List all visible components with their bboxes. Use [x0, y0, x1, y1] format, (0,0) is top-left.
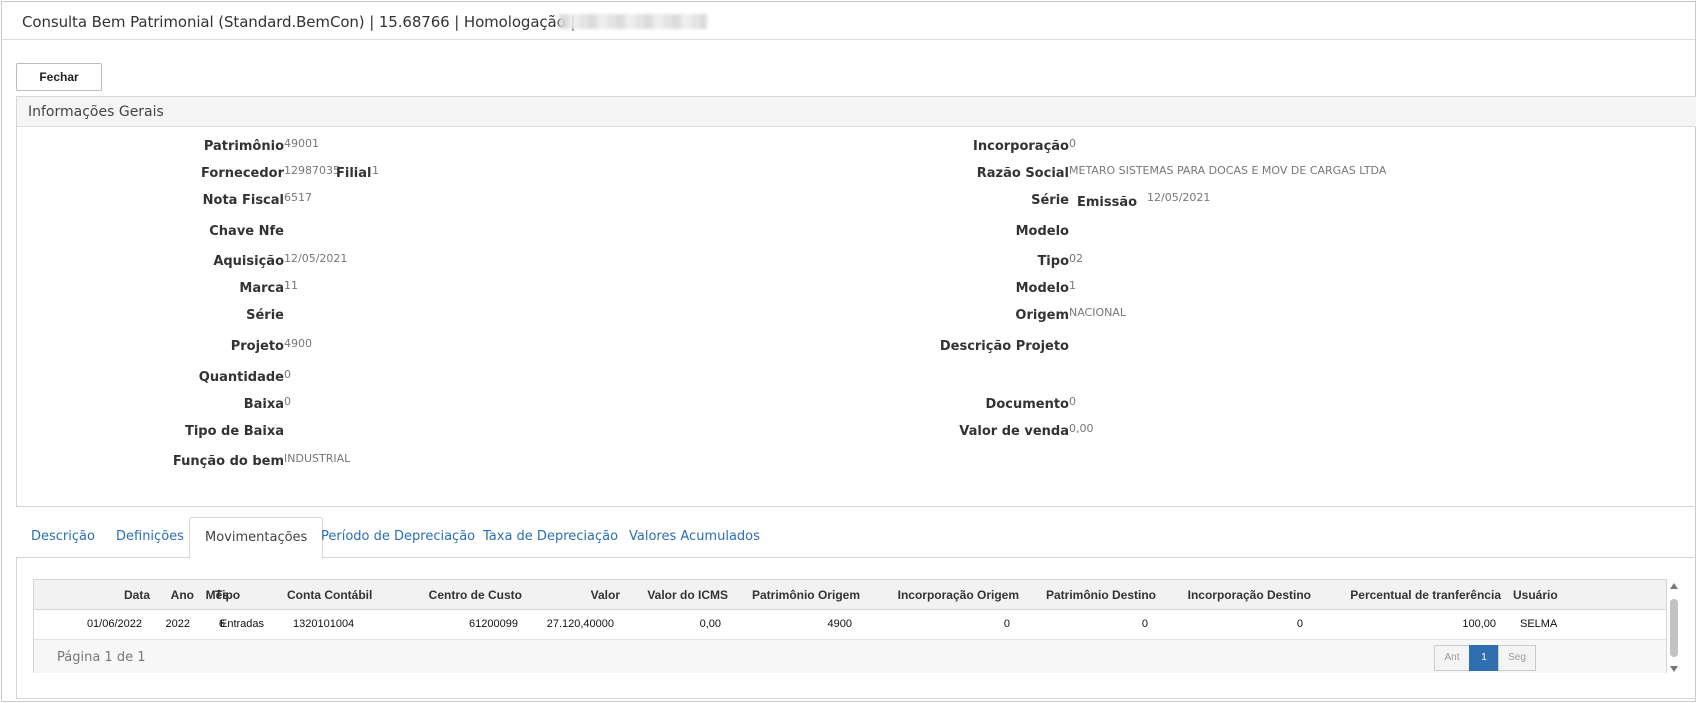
label-modelo-nf: Modelo — [1015, 224, 1069, 239]
label-incorporacao: Incorporação — [973, 139, 1069, 154]
scroll-thumb[interactable] — [1670, 599, 1678, 657]
col-patrimonio-destino[interactable]: Patrimônio Destino — [1046, 588, 1156, 602]
col-percentual[interactable]: Percentual de tranferência — [1350, 588, 1501, 602]
value-emissao: 12/05/2021 — [1147, 191, 1211, 204]
value-valor-venda: 0,00 — [1069, 422, 1094, 435]
col-tipo[interactable]: Tipo — [215, 588, 240, 602]
value-projeto: 4900 — [284, 337, 312, 350]
value-nota-fiscal: 6517 — [284, 191, 312, 204]
table-row[interactable]: 01/06/2022 2022 6 Entradas 1320101004 61… — [34, 610, 1666, 637]
tab-taxa-depreciacao[interactable]: Taxa de Depreciação — [468, 517, 633, 558]
value-marca: 11 — [284, 279, 298, 292]
cell-valor-icms: 0,00 — [699, 618, 721, 630]
label-quantidade: Quantidade — [198, 370, 284, 385]
label-patrimonio: Patrimônio — [203, 139, 284, 154]
col-usuario[interactable]: Usuário — [1513, 588, 1558, 602]
label-aquisicao: Aquisição — [213, 254, 284, 269]
window-frame: Consulta Bem Patrimonial (Standard.BemCo… — [1, 1, 1696, 702]
scroll-down-icon[interactable] — [1670, 666, 1678, 672]
tab-definicoes[interactable]: Definições — [101, 517, 199, 558]
cell-incorporacao-destino: 0 — [1296, 618, 1303, 630]
cell-percentual: 100,00 — [1462, 618, 1496, 630]
general-info-title: Informações Gerais — [17, 97, 1696, 127]
label-descricao-projeto: Descrição Projeto — [939, 339, 1069, 354]
cell-centro-custo: 61200099 — [469, 618, 518, 630]
label-documento: Documento — [985, 397, 1069, 412]
label-origem: Origem — [1015, 308, 1069, 323]
col-patrimonio-origem[interactable]: Patrimônio Origem — [752, 588, 860, 602]
tab-valores-acumulados[interactable]: Valores Acumulados — [614, 517, 775, 558]
col-conta-contabil[interactable]: Conta Contábil — [287, 588, 372, 602]
value-tipo: 02 — [1069, 252, 1083, 265]
value-incorporacao: 0 — [1069, 137, 1076, 150]
pager: Página 1 de 1 Ant 1 Seg — [34, 639, 1666, 673]
value-patrimonio: 49001 — [284, 137, 319, 150]
col-valor-icms[interactable]: Valor do ICMS — [647, 588, 728, 602]
value-funcao-bem: INDUSTRIAL — [284, 452, 351, 465]
value-razao-social: METARO SISTEMAS PARA DOCAS E MOV DE CARG… — [1069, 164, 1387, 177]
value-documento: 0 — [1069, 395, 1076, 408]
label-serie-nf: Série — [1031, 193, 1069, 208]
scroll-up-icon[interactable] — [1670, 583, 1678, 589]
tab-descricao[interactable]: Descrição — [16, 517, 110, 558]
grid-scrollbar[interactable] — [1668, 579, 1680, 673]
tab-periodo-depreciacao[interactable]: Período de Depreciação — [306, 517, 490, 558]
label-tipo: Tipo — [1037, 254, 1069, 269]
cell-tipo: Entradas — [220, 618, 265, 630]
col-data[interactable]: Data — [124, 588, 150, 602]
cell-ano: 2022 — [165, 618, 190, 630]
col-ano[interactable]: Ano — [171, 588, 194, 602]
cell-patrimonio-destino: 0 — [1141, 618, 1148, 630]
label-funcao-bem: Função do bem — [172, 454, 284, 469]
label-marca: Marca — [239, 281, 284, 296]
col-valor[interactable]: Valor — [591, 588, 620, 602]
value-fornecedor: 12987035 — [284, 164, 340, 177]
col-incorporacao-origem[interactable]: Incorporação Origem — [898, 588, 1019, 602]
label-filial: Filial — [336, 166, 372, 181]
pager-info: Página 1 de 1 — [57, 650, 146, 665]
value-modelo: 1 — [1069, 279, 1076, 292]
value-baixa: 0 — [284, 395, 291, 408]
label-chave-nfe: Chave Nfe — [209, 224, 284, 239]
col-incorporacao-destino[interactable]: Incorporação Destino — [1188, 588, 1311, 602]
label-tipo-baixa: Tipo de Baixa — [184, 424, 284, 439]
title-bar: Consulta Bem Patrimonial (Standard.BemCo… — [2, 2, 1695, 40]
grid-header: Data Ano Mês Tipo Conta Contábil Centro … — [34, 580, 1666, 610]
col-centro-custo[interactable]: Centro de Custo — [429, 588, 522, 602]
label-nota-fiscal: Nota Fiscal — [202, 193, 284, 208]
tab-movimentacoes[interactable]: Movimentações — [189, 517, 324, 559]
movements-grid: Data Ano Mês Tipo Conta Contábil Centro … — [33, 579, 1667, 673]
label-modelo: Modelo — [1015, 281, 1069, 296]
close-button[interactable]: Fechar — [16, 63, 102, 91]
label-projeto: Projeto — [230, 339, 284, 354]
general-info-panel: Informações Gerais Patrimônio 49001 Forn… — [16, 96, 1696, 507]
pager-next-button[interactable]: Seg — [1498, 645, 1536, 671]
value-origem: NACIONAL — [1069, 306, 1127, 319]
label-valor-venda: Valor de venda — [959, 424, 1069, 439]
cell-conta-contabil: 1320101004 — [293, 618, 355, 630]
pager-page-1-button[interactable]: 1 — [1469, 645, 1499, 671]
cell-patrimonio-origem: 4900 — [827, 618, 852, 630]
value-quantidade: 0 — [284, 368, 291, 381]
label-serie: Série — [246, 308, 284, 323]
redacted-user-info — [559, 14, 707, 29]
cell-valor: 27.120,40000 — [546, 618, 614, 630]
label-fornecedor: Fornecedor — [201, 166, 284, 181]
value-filial: 1 — [372, 164, 379, 177]
label-emissao: Emissão — [1077, 195, 1138, 210]
label-razao-social: Razão Social — [976, 166, 1069, 181]
label-baixa: Baixa — [243, 397, 284, 412]
cell-incorporacao-origem: 0 — [1003, 618, 1010, 630]
value-aquisicao: 12/05/2021 — [284, 252, 348, 265]
pager-prev-button[interactable]: Ant — [1434, 645, 1470, 671]
tab-bar: Descrição Definições Movimentações Perío… — [16, 517, 1696, 559]
cell-usuario: SELMA — [1520, 618, 1558, 630]
window-title: Consulta Bem Patrimonial (Standard.BemCo… — [22, 13, 576, 31]
cell-data: 01/06/2022 — [86, 618, 142, 630]
